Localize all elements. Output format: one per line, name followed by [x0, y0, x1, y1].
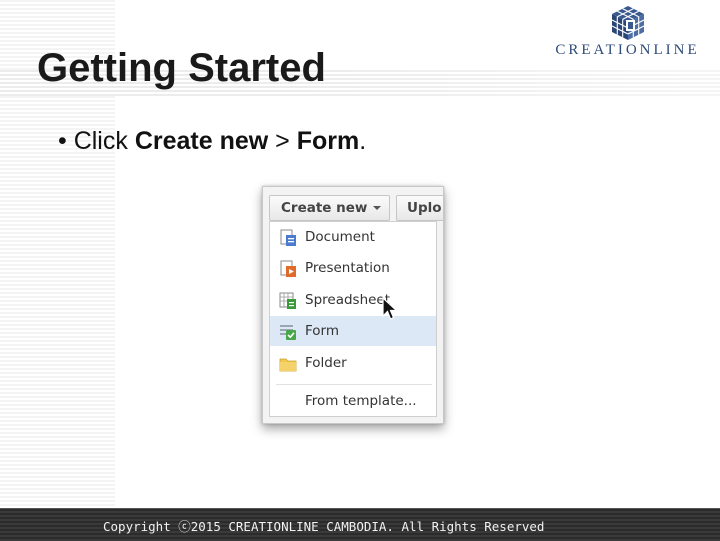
- cube-logo-icon: [611, 6, 645, 40]
- create-new-label: Create new: [281, 200, 368, 216]
- spreadsheet-icon: [279, 292, 296, 309]
- create-new-dropdown: Document Presentation Spreadsheet Form F…: [269, 221, 437, 417]
- menu-item-label: From template...: [305, 393, 417, 409]
- copyright-text: Copyright ⓒ2015 CREATIONLINE CAMBODIA. A…: [103, 519, 545, 534]
- instruction-bullet: • Click Create new > Form.: [58, 127, 366, 156]
- screenshot-toolbar: Create new Uplo: [263, 187, 443, 223]
- menu-item-label: Presentation: [305, 260, 390, 276]
- footer-bar: Copyright ⓒ2015 CREATIONLINE CAMBODIA. A…: [0, 508, 720, 541]
- mouse-cursor-icon: [382, 297, 398, 320]
- menu-item-label: Document: [305, 229, 375, 245]
- menu-item-form[interactable]: Form: [270, 316, 436, 346]
- menu-item-folder[interactable]: Folder: [270, 348, 436, 378]
- upload-label: Uplo: [407, 200, 442, 216]
- bullet-prefix: • Click: [58, 127, 135, 155]
- menu-screenshot: Create new Uplo Document Presentation Sp…: [262, 186, 444, 424]
- bullet-suffix: .: [359, 127, 367, 155]
- create-new-button[interactable]: Create new: [269, 195, 390, 221]
- form-icon: [280, 325, 296, 340]
- menu-item-from-template[interactable]: From template...: [270, 386, 436, 416]
- company-logo: CREATIONLINE: [540, 4, 715, 62]
- menu-item-label: Spreadsheet: [305, 292, 391, 308]
- bullet-create-new: Create new: [134, 127, 269, 155]
- bullet-separator: >: [268, 127, 297, 155]
- document-icon: [280, 229, 296, 246]
- bullet-form: Form: [296, 127, 360, 155]
- menu-item-spreadsheet[interactable]: Spreadsheet: [270, 285, 436, 315]
- menu-item-label: Form: [305, 323, 340, 339]
- chevron-down-icon: [373, 206, 382, 210]
- upload-button[interactable]: Uplo: [396, 195, 443, 221]
- menu-divider: [276, 384, 432, 385]
- presentation-icon: [280, 260, 296, 277]
- menu-item-label: Folder: [305, 355, 347, 371]
- menu-item-document[interactable]: Document: [270, 222, 436, 252]
- folder-icon: [279, 358, 297, 372]
- page-title: Getting Started: [37, 46, 326, 90]
- logo-wordmark: CREATIONLINE: [555, 42, 700, 58]
- menu-item-presentation[interactable]: Presentation: [270, 253, 436, 283]
